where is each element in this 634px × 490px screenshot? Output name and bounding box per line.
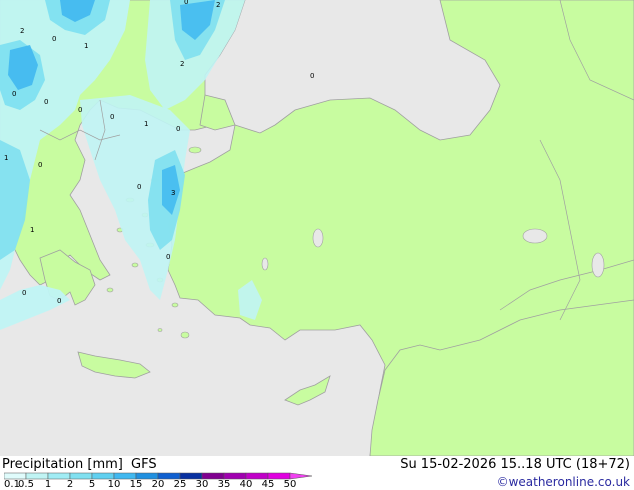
map-label: 3 [171,189,175,197]
color-scale-label: 15 [129,479,143,490]
map-label: 2 [20,27,24,35]
color-scale-label: 30 [195,479,209,490]
credit-link[interactable]: ©weatheronline.co.uk [497,475,630,489]
map-label: 0 [38,161,42,169]
map-label: 0 [110,113,114,121]
legend-model: GFS [131,457,157,472]
map-label: 0 [57,297,61,305]
color-scale-label: 40 [239,479,253,490]
color-scale-label: 1 [44,479,52,490]
precipitation-map: 2 0 1 0 1 0 0 1 0 0 0 0 0 1 0 3 1 0 0 2 … [0,0,634,456]
map-label: 0 [78,106,82,114]
map-label: 0 [137,183,141,191]
color-scale-label: 35 [217,479,231,490]
color-scale-label: 45 [261,479,275,490]
color-scale-label: 25 [173,479,187,490]
color-scale-label: 0.5 [18,479,34,490]
legend-datetime: Su 15-02-2026 15..18 UTC (18+72) [400,457,630,472]
color-scale-label: 10 [107,479,121,490]
map-label: 1 [4,154,8,162]
legend-title-text: Precipitation [mm] [2,457,123,472]
legend-title: Precipitation [mm] GFS [2,457,157,472]
map-label: 0 [310,72,314,80]
map-label: 2 [216,1,220,9]
legend-footer: Precipitation [mm] GFS Su 15-02-2026 15.… [0,456,634,490]
map-label: 0 [166,253,170,261]
map-label: 0 [52,35,56,43]
color-scale-label: 2 [66,479,74,490]
map-label: 0 [176,125,180,133]
map-label: 2 [180,60,184,68]
color-scale-label: 50 [283,479,297,490]
map-label: 0 [22,289,26,297]
map-label: 1 [84,42,88,50]
map-canvas: 2 0 1 0 1 0 0 1 0 0 0 0 0 1 0 3 1 0 0 2 … [0,0,634,456]
map-label: 0 [44,98,48,106]
color-scale-label: 20 [151,479,165,490]
map-label: 1 [144,120,148,128]
color-scale-label: 5 [88,479,96,490]
map-label: 1 [30,226,34,234]
map-label: 0 [184,0,188,6]
